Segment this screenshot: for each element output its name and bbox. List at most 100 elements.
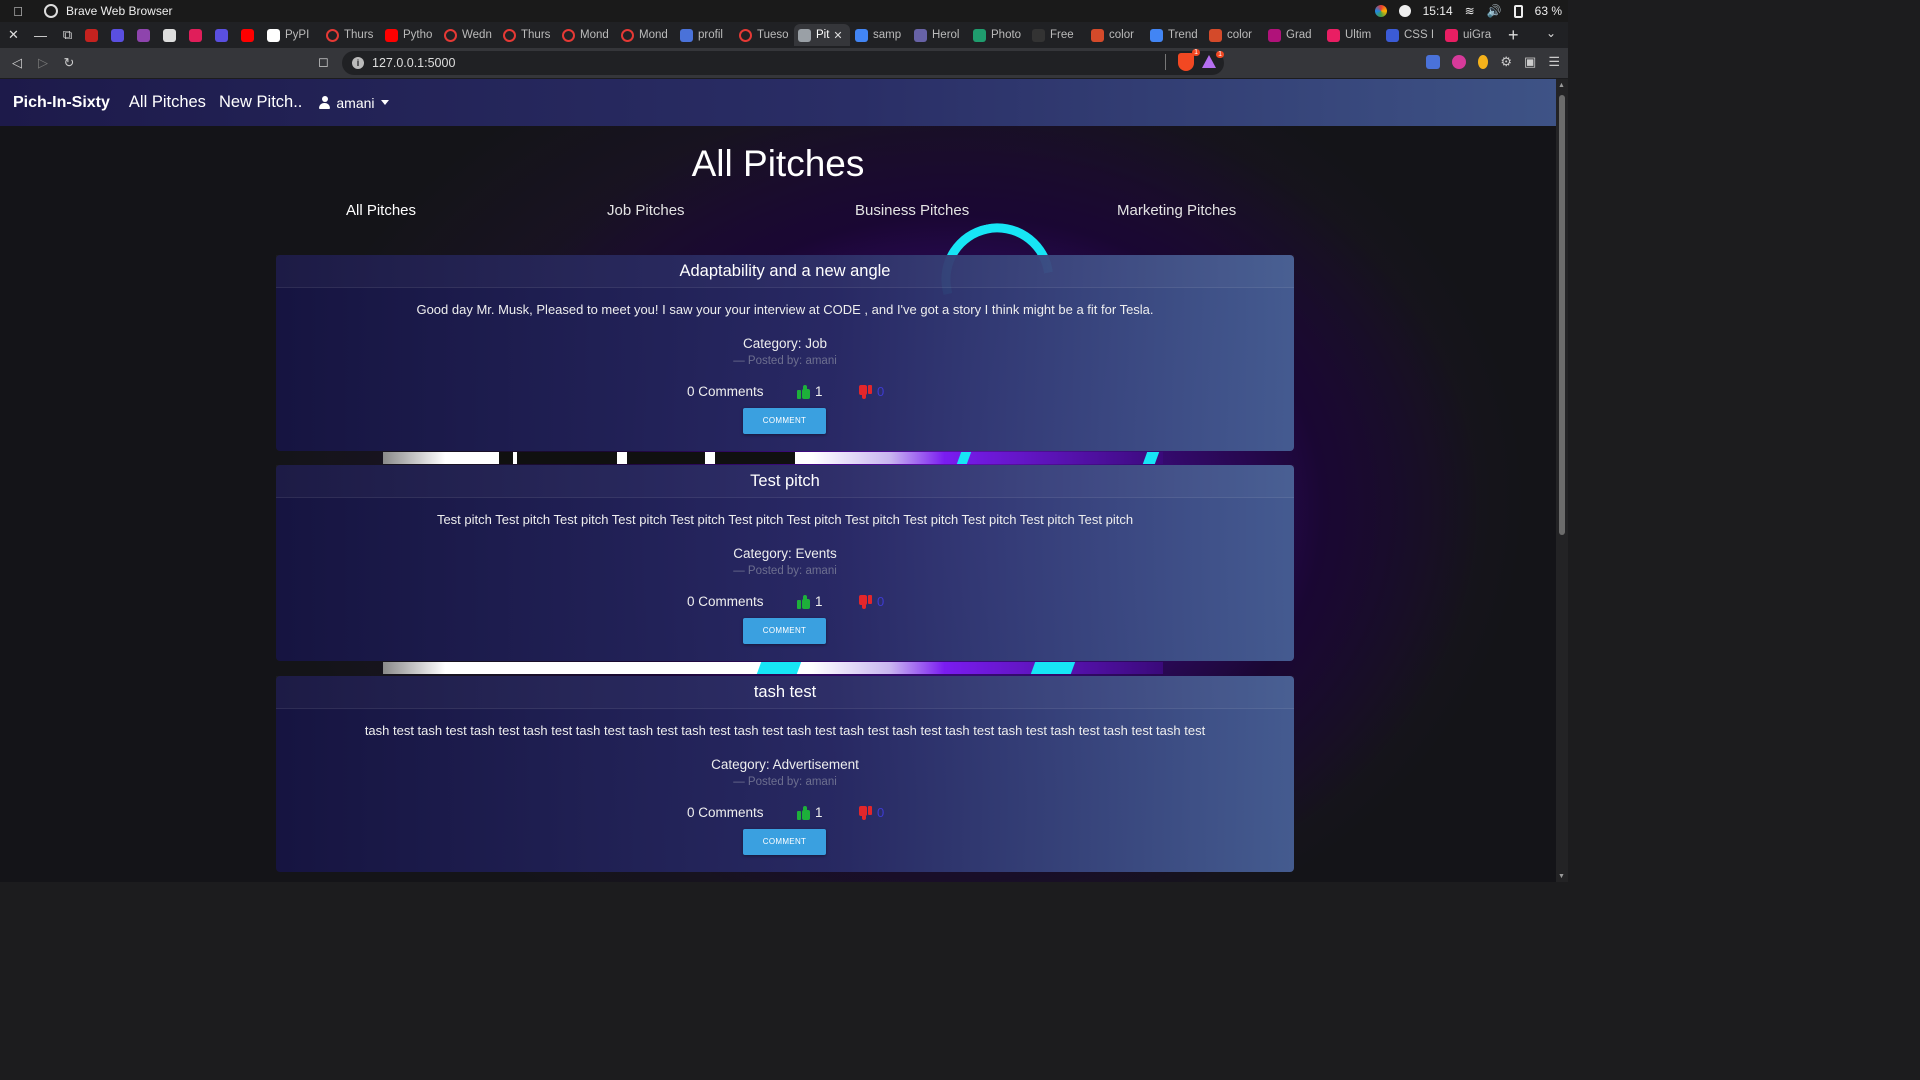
account-icon[interactable] xyxy=(1398,5,1411,17)
background-art xyxy=(715,452,795,464)
dislike-button[interactable]: 0 xyxy=(859,384,884,399)
scroll-thumb[interactable] xyxy=(1559,95,1565,535)
tab-search-chevron-icon[interactable]: ⌄ xyxy=(1546,26,1556,40)
free-icon xyxy=(1032,28,1045,42)
browser-tab[interactable]: CSS I xyxy=(1382,24,1440,46)
like-button[interactable]: 1 xyxy=(797,805,823,820)
url-text[interactable]: 127.0.0.1:5000 xyxy=(372,56,455,70)
browser-tab[interactable] xyxy=(81,24,106,46)
browser-tab[interactable]: Ultim xyxy=(1323,24,1381,46)
dislike-button[interactable]: 0 xyxy=(859,805,884,820)
maximize-window-icon[interactable]: ⧉ xyxy=(54,27,81,43)
rewards-count: 1 xyxy=(1216,51,1224,58)
browser-tab[interactable]: profil xyxy=(676,24,734,46)
category-tab-all[interactable]: All Pitches xyxy=(346,202,416,219)
browser-tab[interactable]: Mond xyxy=(558,24,616,46)
tab-title: Wedn xyxy=(462,29,492,41)
battery-icon[interactable] xyxy=(1513,4,1523,18)
back-icon[interactable]: ◁ xyxy=(4,55,30,71)
brave-rewards-icon[interactable]: 1 xyxy=(1202,51,1224,69)
browser-tab[interactable] xyxy=(185,24,210,46)
browser-tab[interactable] xyxy=(159,24,184,46)
gradient-icon xyxy=(1268,28,1281,42)
dislike-count: 0 xyxy=(877,805,885,820)
extensions-puzzle-icon[interactable]: ⚙ xyxy=(1500,54,1512,70)
ring-icon xyxy=(503,28,516,42)
browser-tab-active[interactable]: Pit ✕ xyxy=(794,24,850,46)
comment-count[interactable]: 0 Comments xyxy=(687,594,764,609)
tab-title: Trend xyxy=(1168,29,1198,41)
clock[interactable]: 15:14 xyxy=(1423,4,1453,18)
extension-icon[interactable] xyxy=(1452,55,1467,69)
browser-tab[interactable]: Herol xyxy=(910,24,968,46)
nav-all-pitches[interactable]: All Pitches xyxy=(129,93,206,112)
dislike-button[interactable]: 0 xyxy=(859,594,884,609)
close-window-icon[interactable]: ✕ xyxy=(0,27,27,43)
address-bar[interactable]: i 127.0.0.1:5000 1 1 xyxy=(342,49,1224,75)
browser-tab[interactable]: Photo xyxy=(969,24,1027,46)
nav-new-pitch[interactable]: New Pitch.. xyxy=(219,93,302,112)
bookmark-icon[interactable]: ◻ xyxy=(318,54,329,70)
browser-tab[interactable] xyxy=(133,24,158,46)
browser-tab[interactable]: Free xyxy=(1028,24,1086,46)
category-tab-job[interactable]: Job Pitches xyxy=(607,202,685,219)
browser-tab[interactable] xyxy=(237,24,262,46)
page-scrollbar[interactable]: ▲ ▼ xyxy=(1556,79,1568,882)
extension-icon[interactable] xyxy=(1478,55,1489,69)
browser-tab[interactable]: Tueso xyxy=(735,24,793,46)
browser-tab[interactable]: samp xyxy=(851,24,909,46)
new-tab-button[interactable]: + xyxy=(1508,25,1519,46)
comment-count[interactable]: 0 Comments xyxy=(687,384,764,399)
browser-tab[interactable]: color xyxy=(1205,24,1263,46)
pitch-body: Good day Mr. Musk, Pleased to meet you! … xyxy=(416,302,1154,317)
browser-tab[interactable]: Mond xyxy=(617,24,675,46)
color-picker-icon[interactable] xyxy=(1374,5,1387,17)
comment-count[interactable]: 0 Comments xyxy=(687,805,764,820)
heroku-icon xyxy=(914,28,927,42)
ring-icon xyxy=(739,28,752,42)
brave-badges: 1 1 xyxy=(1165,49,1224,71)
browser-tab[interactable]: color xyxy=(1087,24,1145,46)
comment-button[interactable]: COMMENT xyxy=(743,829,826,855)
browser-tab[interactable]: Wedn xyxy=(440,24,498,46)
browser-tab[interactable]: PyPI xyxy=(263,24,321,46)
scroll-down-icon[interactable]: ▼ xyxy=(1558,873,1565,880)
volume-icon[interactable]: 🔊 xyxy=(1487,4,1502,18)
close-tab-icon[interactable]: ✕ xyxy=(833,29,842,42)
browser-tab[interactable]: Thurs xyxy=(499,24,557,46)
browser-menu-icon[interactable]: ☰ xyxy=(1548,54,1560,70)
apple-icon[interactable]:  xyxy=(0,4,36,19)
user-dropdown[interactable]: amani xyxy=(319,95,389,111)
os-app-title: Brave Web Browser xyxy=(66,4,173,18)
site-brand[interactable]: Pich-In-Sixty xyxy=(13,94,110,112)
browser-tab[interactable] xyxy=(107,24,132,46)
browser-tab[interactable] xyxy=(211,24,236,46)
forward-icon[interactable]: ▷ xyxy=(30,55,56,71)
reload-icon[interactable]: ↻ xyxy=(56,55,82,71)
like-button[interactable]: 1 xyxy=(797,594,823,609)
brave-shields-icon[interactable]: 1 xyxy=(1178,49,1200,71)
like-button[interactable]: 1 xyxy=(797,384,823,399)
browser-tab[interactable]: Grad xyxy=(1264,24,1322,46)
comment-button[interactable]: COMMENT xyxy=(743,408,826,434)
docs-icon xyxy=(110,28,124,42)
web-page: Pich-In-Sixty All Pitches New Pitch.. am… xyxy=(0,79,1556,882)
browser-tab[interactable]: Pytho xyxy=(381,24,439,46)
wallet-icon[interactable]: ▣ xyxy=(1524,54,1536,70)
scroll-up-icon[interactable]: ▲ xyxy=(1558,82,1565,89)
ring-icon xyxy=(444,28,457,42)
browser-tab[interactable]: Thurs xyxy=(322,24,380,46)
translate-extension-icon[interactable] xyxy=(1426,55,1441,69)
browser-tab[interactable]: uiGra xyxy=(1441,24,1499,46)
category-tab-business[interactable]: Business Pitches xyxy=(855,202,969,219)
thumbs-up-icon xyxy=(797,594,810,609)
minimize-window-icon[interactable]: — xyxy=(27,28,54,43)
wifi-icon[interactable]: ≋ xyxy=(1465,4,1475,18)
pitch-body: tash test tash test tash test tash test … xyxy=(364,723,1206,738)
browser-tab[interactable]: Trend xyxy=(1146,24,1204,46)
tab-title: Photo xyxy=(991,29,1022,41)
tab-title: CSS I xyxy=(1404,29,1435,41)
category-tab-marketing[interactable]: Marketing Pitches xyxy=(1117,202,1236,219)
comment-button[interactable]: COMMENT xyxy=(743,618,826,644)
site-info-icon[interactable]: i xyxy=(352,57,364,69)
